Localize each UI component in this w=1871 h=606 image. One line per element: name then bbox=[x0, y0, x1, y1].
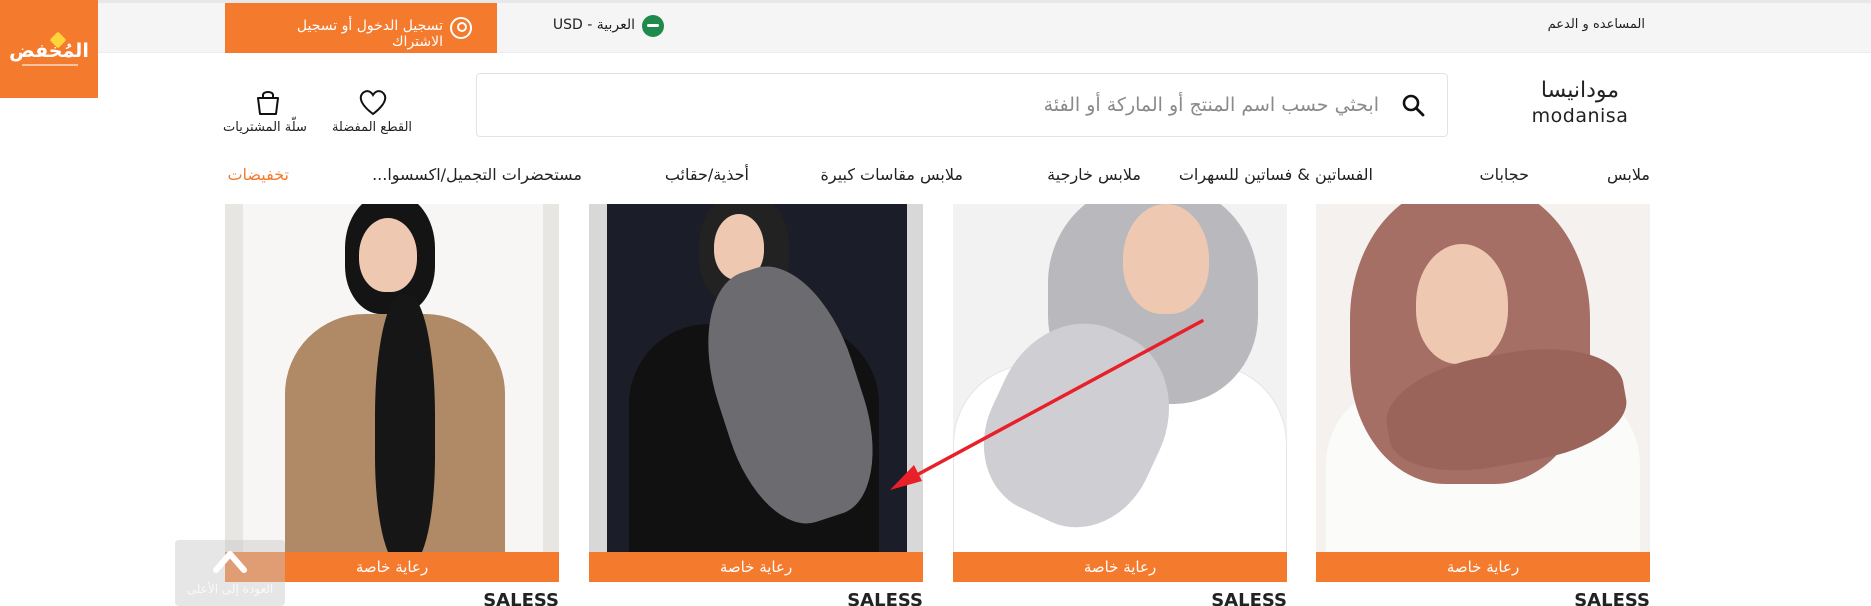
product-brand[interactable]: SALESS bbox=[1574, 590, 1650, 606]
nav-item-shoes-bags[interactable]: أحذية/حقائب bbox=[665, 165, 749, 184]
product-brand[interactable]: SALESS bbox=[847, 590, 923, 606]
nav-item-dresses[interactable]: الفساتين & فساتين للسهرات bbox=[1179, 165, 1373, 184]
nav-item-outerwear[interactable]: ملابس خارجية bbox=[1047, 165, 1141, 184]
scroll-to-top-button[interactable]: العودة إلى الأعلى bbox=[175, 540, 285, 606]
product-image[interactable] bbox=[589, 204, 923, 552]
product-image[interactable] bbox=[1316, 204, 1650, 552]
product-card[interactable]: رعاية خاصة SALESS bbox=[589, 204, 923, 606]
brand-logo-latin[interactable]: modanisa bbox=[1530, 105, 1630, 127]
nav-item-cosmetics[interactable]: مستحضرات التجميل/اكسسوا... bbox=[372, 165, 582, 184]
product-brand[interactable]: SALESS bbox=[1211, 590, 1287, 606]
cart-button[interactable]: سلّة المشتريات bbox=[220, 88, 310, 142]
bag-icon bbox=[257, 91, 279, 115]
scroll-top-label: العودة إلى الأعلى bbox=[186, 582, 274, 596]
up-arrow-icon bbox=[213, 551, 247, 573]
product-card[interactable]: رعاية خاصة SALESS bbox=[1316, 204, 1650, 606]
search-placeholder: ابحثي حسب اسم المنتج أو الماركة أو الفئة bbox=[1043, 94, 1379, 116]
cart-label: سلّة المشتريات bbox=[223, 120, 307, 135]
product-brand[interactable]: SALESS bbox=[483, 590, 559, 606]
nav-item-sale[interactable]: تخفيضات bbox=[227, 165, 289, 184]
nav-item-clothing[interactable]: ملابس bbox=[1607, 165, 1650, 184]
special-care-badge: رعاية خاصة bbox=[589, 552, 923, 582]
search-input[interactable]: ابحثي حسب اسم المنتج أو الماركة أو الفئة bbox=[476, 73, 1448, 137]
user-icon bbox=[450, 17, 472, 39]
discount-logo-badge[interactable]: المُخفض bbox=[0, 0, 98, 98]
language-currency-selector[interactable]: العربية - USD bbox=[537, 17, 635, 33]
login-label: تسجيل الدخول أو تسجيل الاشتراك bbox=[296, 18, 443, 50]
nav-item-plus-size[interactable]: ملابس مقاسات كبيرة bbox=[820, 165, 963, 184]
heart-icon bbox=[359, 90, 387, 116]
favorites-button[interactable]: القطع المفضلة bbox=[327, 88, 417, 142]
annotation-arrow-icon bbox=[890, 319, 1204, 490]
flag-icon[interactable] bbox=[642, 15, 664, 37]
help-support-link[interactable]: المساعده و الدعم bbox=[1540, 17, 1645, 32]
nav-item-hijabs[interactable]: حجابات bbox=[1480, 165, 1529, 184]
logo-underline bbox=[22, 64, 78, 66]
special-care-badge: رعاية خاصة bbox=[1316, 552, 1650, 582]
favorites-label: القطع المفضلة bbox=[331, 120, 413, 135]
login-register-button[interactable]: تسجيل الدخول أو تسجيل الاشتراك bbox=[225, 3, 497, 53]
product-image[interactable] bbox=[225, 204, 559, 552]
search-icon[interactable] bbox=[1401, 93, 1425, 117]
special-care-badge: رعاية خاصة bbox=[953, 552, 1287, 582]
brand-logo-arabic[interactable]: مودانيسا bbox=[1530, 78, 1630, 103]
logo-text: المُخفض bbox=[9, 40, 89, 62]
